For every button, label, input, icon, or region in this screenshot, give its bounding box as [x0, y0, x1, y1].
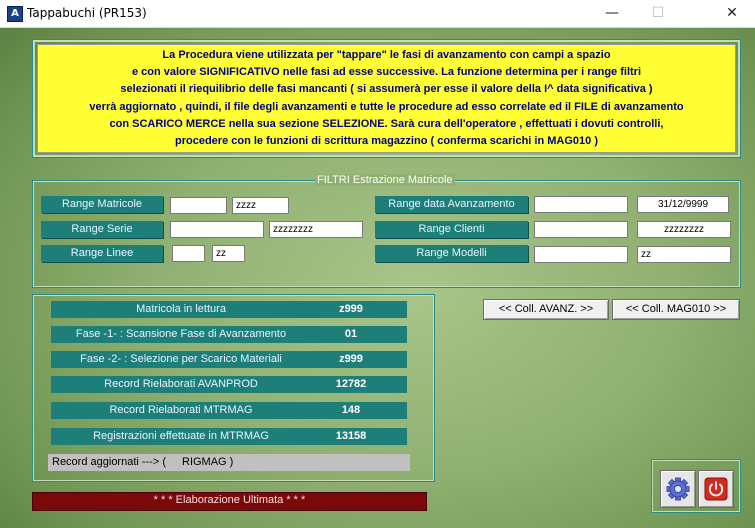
app-icon: A	[7, 6, 23, 22]
minimize-button[interactable]: —	[589, 0, 635, 27]
status-row: Record Rielaborati AVANPROD 12782	[51, 376, 407, 393]
info-panel: La Procedura viene utilizzata per "tappa…	[32, 39, 741, 158]
info-line: selezionati il riequilibrio delle fasi m…	[120, 83, 653, 95]
range-serie-from-input[interactable]	[170, 221, 264, 238]
updated-records-label: Record aggiornati ---> (	[52, 456, 167, 468]
status-row: Fase -2- : Selezione per Scarico Materia…	[51, 351, 407, 368]
status-label: Registrazioni effettuate in MTRMAG	[93, 430, 269, 442]
range-clienti-from-input[interactable]	[534, 221, 628, 238]
range-serie-to-input[interactable]	[269, 221, 363, 238]
info-line: e con valore SIGNIFICATIVO nelle fasi ad…	[131, 66, 642, 78]
tool-box	[651, 459, 741, 513]
status-value: 13158	[335, 430, 367, 442]
range-data-to-input[interactable]	[637, 196, 729, 213]
title-bar: A Tappabuchi (PR153) — ☐ ✕	[0, 0, 755, 28]
range-clienti-label: Range Clienti	[375, 221, 528, 238]
status-label: Fase -1- : Scansione Fase di Avanzamento	[75, 328, 287, 340]
range-data-label: Range data Avanzamento	[375, 196, 528, 213]
settings-button[interactable]	[660, 470, 696, 508]
status-value: 148	[341, 404, 361, 416]
updated-records-row: Record aggiornati ---> ( RIGMAG )	[48, 454, 410, 471]
status-row: Registrazioni effettuate in MTRMAG 13158	[51, 428, 407, 445]
exit-button[interactable]	[698, 470, 734, 508]
status-row: Record Rielaborati MTRMAG 148	[51, 402, 407, 419]
status-value: z999	[339, 303, 363, 315]
completion-banner: * * * Elaborazione Ultimata * * *	[32, 492, 427, 511]
range-matricole-label: Range Matricole	[41, 196, 163, 213]
info-line: verrà aggiornato , quindi, il file degli…	[89, 101, 684, 113]
info-line: La Procedura viene utilizzata per "tappa…	[162, 49, 611, 61]
info-text-box: La Procedura viene utilizzata per "tappa…	[37, 44, 736, 153]
range-modelli-label: Range Modelli	[375, 245, 528, 262]
coll-avanz-button[interactable]: << Coll. AVANZ. >>	[483, 299, 609, 320]
coll-mag010-button[interactable]: << Coll. MAG010 >>	[612, 299, 740, 320]
status-label: Record Rielaborati MTRMAG	[109, 404, 253, 416]
status-label: Fase -2- : Selezione per Scarico Materia…	[80, 353, 282, 365]
range-matricole-from-input[interactable]	[170, 197, 227, 214]
gear-icon	[666, 477, 690, 501]
range-data-from-input[interactable]	[534, 196, 628, 213]
range-clienti-to-input[interactable]	[637, 221, 731, 238]
range-modelli-from-input[interactable]	[534, 246, 628, 263]
status-value: 12782	[335, 378, 367, 390]
range-linee-label: Range Linee	[41, 245, 163, 262]
power-icon	[704, 477, 728, 501]
range-matricole-to-input[interactable]	[232, 197, 289, 214]
status-label: Matricola in lettura	[136, 303, 226, 315]
range-modelli-to-input[interactable]	[637, 246, 731, 263]
status-value: 01	[344, 328, 358, 340]
updated-records-value: RIGMAG )	[182, 456, 234, 468]
status-value: z999	[339, 353, 363, 365]
range-serie-label: Range Serie	[41, 221, 163, 238]
status-label: Record Rielaborati AVANPROD	[104, 378, 258, 390]
close-button[interactable]: ✕	[709, 0, 755, 27]
filters-legend: FILTRI Estrazione Matricole	[315, 174, 455, 186]
status-row: Fase -1- : Scansione Fase di Avanzamento…	[51, 326, 407, 343]
range-linee-to-input[interactable]	[212, 245, 245, 262]
info-line: con SCARICO MERCE nella sua sezione SELE…	[109, 118, 664, 130]
info-line: procedere con le funzioni di scrittura m…	[175, 135, 598, 147]
window-title: Tappabuchi (PR153)	[27, 6, 147, 20]
status-row: Matricola in lettura z999	[51, 301, 407, 318]
maximize-button[interactable]: ☐	[635, 0, 681, 27]
range-linee-from-input[interactable]	[172, 245, 205, 262]
